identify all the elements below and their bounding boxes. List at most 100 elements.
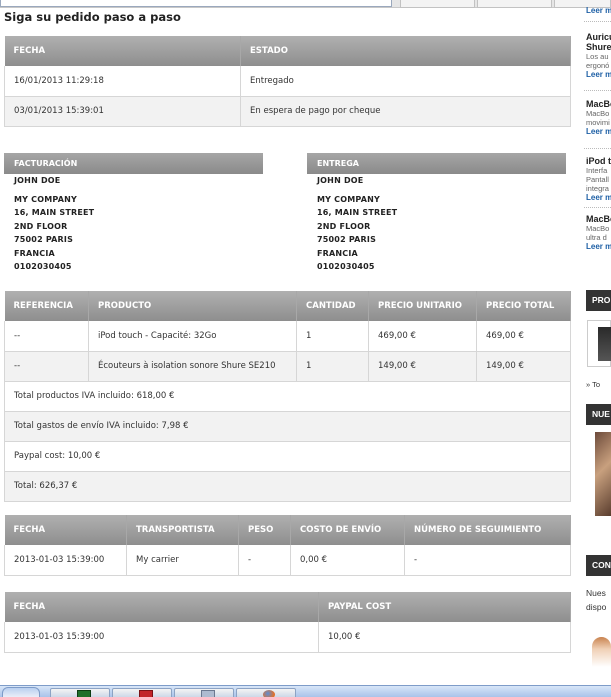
taskbar-button-explorer[interactable] <box>174 688 234 697</box>
products-header-reference: REFERENCIA <box>4 291 89 321</box>
news-subtitle[interactable]: Shure <box>586 42 611 52</box>
paypal-date: 2013-01-03 15:39:00 <box>4 622 319 653</box>
totals-row: Total: 626,37 € <box>4 471 571 502</box>
page-title: Siga su pedido paso a paso <box>4 10 181 24</box>
news-text: ultra d <box>586 233 607 242</box>
read-more-link[interactable]: Leer m <box>586 6 611 15</box>
address-line: 2ND FLOOR <box>317 221 371 231</box>
address-line: FRANCIA <box>14 248 55 258</box>
firefox-icon <box>263 690 275 697</box>
totals-row: Paypal cost: 10,00 € <box>4 441 571 472</box>
address-line: 75002 PARIS <box>14 235 74 244</box>
address-line: MY COMPANY <box>317 194 380 204</box>
product-thumbnail[interactable] <box>587 320 611 367</box>
news-text: MacBo <box>586 109 610 118</box>
window-icon <box>201 690 215 697</box>
billing-address-title: FACTURACIÓN <box>4 153 263 174</box>
read-more-link[interactable]: Leer m <box>586 193 611 202</box>
products-header-total-price: PRECIO TOTAL <box>476 291 571 321</box>
product-reference: -- <box>4 321 89 352</box>
taskbar-button-app[interactable] <box>112 688 172 697</box>
shipping-date: 2013-01-03 15:39:00 <box>4 545 127 576</box>
taskbar-button-firefox[interactable] <box>236 688 296 697</box>
sidebar-block-header: PRO <box>586 290 611 311</box>
billing-address: FACTURACIÓN JOHN DOE MY COMPANY 16, MAIN… <box>4 153 263 274</box>
shipping-table: FECHA TRANSPORTISTA PESO COSTO DE ENVÍO … <box>4 515 571 576</box>
order-status-table: FECHA ESTADO 16/01/2013 11:29:18 Entrega… <box>4 36 571 127</box>
os-taskbar <box>0 685 611 697</box>
shipping-header-weight: PESO <box>238 515 291 545</box>
product-unit-price: 469,00 € <box>368 321 477 352</box>
address-line: 16, MAIN STREET <box>317 208 398 217</box>
news-text: MacBo <box>586 224 610 233</box>
table-row: -- iPod touch - Capacité: 32Go 1 469,00 … <box>4 321 571 352</box>
shipping-header-date: FECHA <box>4 515 127 545</box>
totals-row: Total gastos de envío IVA incluido: 7,98… <box>4 411 571 442</box>
product-quantity: 1 <box>296 321 369 352</box>
product-reference: -- <box>4 351 89 382</box>
contact-text: dispo <box>586 602 607 612</box>
taskbar-button-terminal[interactable] <box>50 688 110 697</box>
table-row: 16/01/2013 11:29:18 Entregado <box>4 66 571 97</box>
status-state: Entregado <box>240 66 571 97</box>
sidebar-news-item: MacBo MacBo movimi Leer m <box>586 99 611 136</box>
status-state: En espera de pago por cheque <box>240 96 571 127</box>
sidebar-news-item: Auricu Shure Los au ergonó Leer m <box>586 32 611 79</box>
product-total-price: 469,00 € <box>476 321 571 352</box>
product-unit-price: 149,00 € <box>368 351 477 382</box>
read-more-link[interactable]: Leer m <box>586 127 611 136</box>
news-title[interactable]: MacBo <box>586 214 611 224</box>
product-name: Écouteurs à isolation sonore Shure SE210 <box>88 351 297 382</box>
order-follow-main: Siga su pedido paso a paso FECHA ESTADO … <box>4 0 571 660</box>
total-products-incl-tax: Total productos IVA incluido: 618,00 € <box>4 381 571 412</box>
product-total-price: 149,00 € <box>476 351 571 382</box>
paypal-cost-table: FECHA PAYPAL COST 2013-01-03 15:39:00 10… <box>4 592 571 653</box>
status-header-date: FECHA <box>4 36 241 66</box>
view-all-link[interactable]: » To <box>586 380 611 389</box>
product-name: iPod touch - Capacité: 32Go <box>88 321 297 352</box>
product-quantity: 1 <box>296 351 369 382</box>
news-text: integra <box>586 184 609 193</box>
totals-row: Total productos IVA incluido: 618,00 € <box>4 381 571 412</box>
read-more-link[interactable]: Leer m <box>586 70 611 79</box>
news-text: Interfa <box>586 166 608 175</box>
products-header-unit-price: PRECIO UNITARIO <box>368 291 477 321</box>
address-line: 0102030405 <box>317 262 375 271</box>
order-products-table: REFERENCIA PRODUCTO CANTIDAD PRECIO UNIT… <box>4 291 571 502</box>
store-photo[interactable] <box>595 432 611 516</box>
paypal-cost: 10,00 € <box>318 622 571 653</box>
address-line: 16, MAIN STREET <box>14 208 95 217</box>
shipping-tracking-number: - <box>404 545 571 576</box>
app-icon <box>139 690 153 697</box>
shipping-header-cost: COSTO DE ENVÍO <box>290 515 405 545</box>
address-line: 0102030405 <box>14 262 72 271</box>
address-line: 75002 PARIS <box>317 235 377 244</box>
news-title[interactable]: MacBo <box>586 99 611 109</box>
status-date: 16/01/2013 11:29:18 <box>4 66 241 97</box>
news-title[interactable]: iPod t <box>586 156 611 166</box>
support-avatar <box>592 637 611 667</box>
table-row: -- Écouteurs à isolation sonore Shure SE… <box>4 351 571 382</box>
ie-icon[interactable] <box>2 687 40 697</box>
shipping-weight: - <box>238 545 291 576</box>
paypal-header-date: FECHA <box>4 592 319 622</box>
order-grand-total: Total: 626,37 € <box>4 471 571 502</box>
sidebar-block-header: CON <box>586 555 611 576</box>
terminal-icon <box>77 690 91 697</box>
shipping-cost: 0,00 € <box>290 545 405 576</box>
table-row: 2013-01-03 15:39:00 10,00 € <box>4 622 571 653</box>
shipping-carrier: My carrier <box>126 545 239 576</box>
read-more-link[interactable]: Leer m <box>586 242 611 251</box>
right-sidebar: Leer m Auricu Shure Los au ergonó Leer m… <box>584 0 611 685</box>
table-row: 03/01/2013 15:39:01 En espera de pago po… <box>4 96 571 127</box>
delivery-address: ENTREGA JOHN DOE MY COMPANY 16, MAIN STR… <box>307 153 566 274</box>
address-line: JOHN DOE <box>14 176 61 185</box>
news-title[interactable]: Auricu <box>586 32 611 42</box>
status-date: 03/01/2013 15:39:01 <box>4 96 241 127</box>
news-text: movimi <box>586 118 610 127</box>
contact-text: Nues <box>586 588 606 598</box>
products-header-product: PRODUCTO <box>88 291 297 321</box>
news-text: Pantall <box>586 175 609 184</box>
sidebar-block-header: NUE <box>586 404 611 425</box>
news-text: Los au <box>586 52 609 61</box>
